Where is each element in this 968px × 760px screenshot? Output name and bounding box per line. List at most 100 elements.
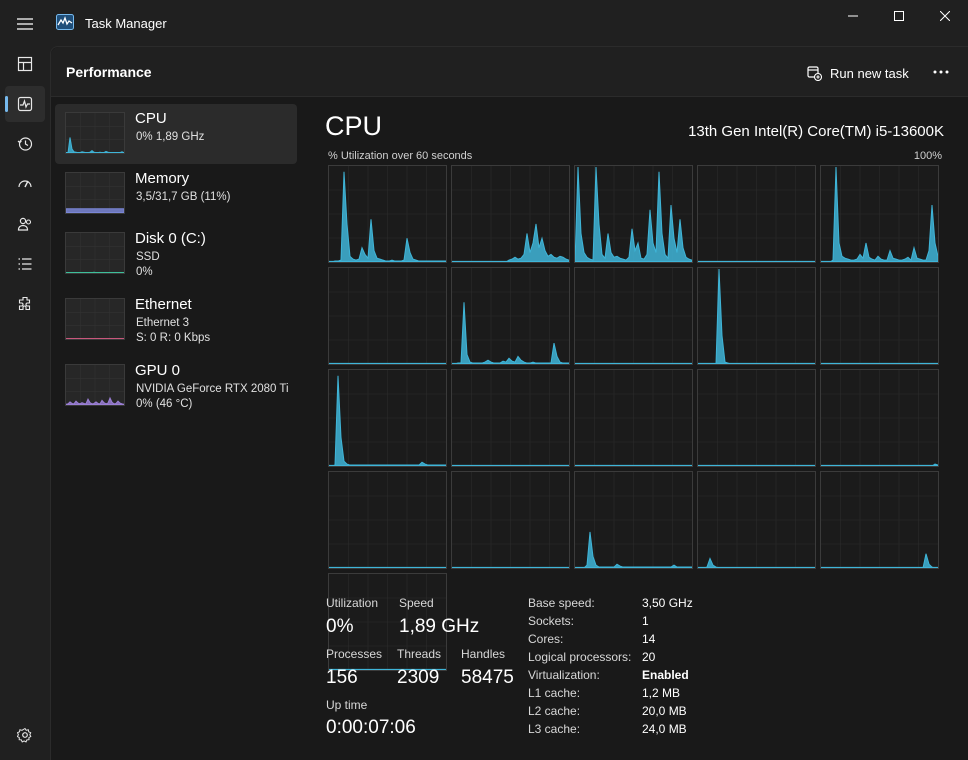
minimize-icon: [848, 15, 858, 17]
graph-max-label: 100%: [913, 150, 942, 162]
uptime-label: Up time: [326, 698, 368, 712]
core-graph-svg: [698, 472, 815, 568]
device-ethernet[interactable]: Ethernet Ethernet 3 S: 0 R: 0 Kbps: [55, 290, 297, 350]
nav-processes[interactable]: [5, 46, 45, 82]
spec-label: Virtualization:: [528, 668, 600, 682]
speed-label: Speed: [399, 596, 434, 610]
logical-processor-graph: [328, 369, 447, 467]
logical-processor-graph: [820, 165, 939, 263]
cpu-thumbnail-graph: [65, 112, 125, 154]
gear-icon: [17, 727, 32, 743]
core-graph-svg: [698, 166, 815, 262]
device-name: Ethernet: [135, 296, 192, 313]
core-graph-svg: [452, 370, 569, 466]
performance-icon: [17, 96, 33, 112]
device-cpu[interactable]: CPU 0% 1,89 GHz: [55, 104, 297, 164]
core-graph-svg: [329, 166, 446, 262]
device-detail-2: 0% (46 °C): [136, 398, 193, 410]
logical-processor-graph: [820, 267, 939, 365]
logical-processor-graphs: [328, 165, 942, 671]
device-name: Disk 0 (C:): [135, 230, 206, 247]
page-title: Performance: [66, 64, 152, 80]
logical-processor-graph: [820, 471, 939, 569]
core-graph-svg: [698, 268, 815, 364]
device-name: CPU: [135, 110, 167, 127]
logical-processor-graph: [697, 267, 816, 365]
spec-label: Cores:: [528, 632, 564, 646]
device-memory[interactable]: Memory 3,5/31,7 GB (11%): [55, 164, 297, 224]
gpu-thumbnail-graph: [65, 364, 125, 406]
device-detail: 3,5/31,7 GB (11%): [136, 191, 231, 203]
uptime-value: 0:00:07:06: [326, 717, 416, 738]
task-manager-logo-icon: [56, 14, 74, 30]
core-graph-svg: [329, 268, 446, 364]
spec-value: 3,50 GHz: [642, 596, 693, 610]
services-icon: [18, 296, 31, 311]
spec-value: 1: [642, 614, 649, 628]
threads-value: 2309: [397, 667, 440, 688]
main-panel: Performance Run new task CPU 0% 1,89 GHz…: [50, 46, 968, 760]
maximize-icon: [894, 11, 904, 21]
device-detail: Ethernet 3: [136, 317, 190, 329]
handles-value: 58475: [461, 667, 514, 688]
hamburger-menu-icon[interactable]: [12, 12, 38, 36]
cpu-heading: CPU: [325, 111, 383, 141]
spec-value: 24,0 MB: [642, 722, 687, 736]
spec-value: 20: [642, 650, 656, 664]
core-graph-svg: [575, 268, 692, 364]
nav-performance[interactable]: [5, 86, 45, 122]
utilization-label: Utilization: [326, 596, 379, 610]
spec-label: L2 cache:: [528, 704, 581, 718]
threads-label: Threads: [397, 647, 442, 661]
device-gpu[interactable]: GPU 0 NVIDIA GeForce RTX 2080 Ti 0% (46 …: [55, 356, 297, 416]
core-graph-svg: [329, 370, 446, 466]
active-indicator: [5, 96, 8, 112]
graph-caption: % Utilization over 60 seconds: [328, 150, 473, 162]
spec-value: 1,2 MB: [642, 686, 681, 700]
cpu-model: 13th Gen Intel(R) Core(TM) i5-13600K: [688, 123, 944, 140]
logical-processor-graph: [697, 369, 816, 467]
spec-value: Enabled: [642, 668, 689, 682]
device-name: Memory: [135, 170, 190, 187]
close-button[interactable]: [922, 0, 968, 32]
core-graph-svg: [452, 268, 569, 364]
app-title: Task Manager: [85, 16, 167, 31]
device-detail: 0% 1,89 GHz: [136, 131, 205, 143]
device-detail-2: 0%: [136, 266, 153, 278]
spec-label: Base speed:: [528, 596, 595, 610]
logical-processor-graph: [697, 165, 816, 263]
nav-startup-apps[interactable]: [5, 166, 45, 202]
logical-processor-graph: [574, 267, 693, 365]
device-detail-2: S: 0 R: 0 Kbps: [136, 332, 211, 344]
device-detail: SSD: [136, 251, 160, 263]
core-graph-svg: [329, 472, 446, 568]
spec-label: L3 cache:: [528, 722, 581, 736]
handles-label: Handles: [461, 647, 506, 661]
logical-processor-graph: [328, 471, 447, 569]
device-disk[interactable]: Disk 0 (C:) SSD 0%: [55, 224, 297, 284]
core-graph-svg: [575, 472, 692, 568]
logical-processor-graph: [451, 165, 570, 263]
processes-value: 156: [326, 667, 358, 688]
spec-value: 20,0 MB: [642, 704, 687, 718]
logical-processor-graph: [328, 165, 447, 263]
nav-users[interactable]: [5, 206, 45, 242]
app-history-icon: [17, 137, 33, 151]
close-icon: [940, 11, 950, 21]
logical-processor-graph: [820, 369, 939, 467]
core-graph-svg: [575, 166, 692, 262]
settings-button[interactable]: [10, 720, 40, 750]
run-task-icon: [807, 65, 822, 81]
logical-processor-graph: [328, 267, 447, 365]
run-new-task-button[interactable]: Run new task: [807, 62, 909, 84]
page-header: Performance Run new task: [51, 47, 968, 97]
nav-details[interactable]: [5, 246, 45, 282]
spec-label: L1 cache:: [528, 686, 581, 700]
maximize-button[interactable]: [876, 0, 922, 32]
nav-services[interactable]: [5, 286, 45, 322]
minimize-button[interactable]: [830, 0, 876, 32]
spec-value: 14: [642, 632, 656, 646]
nav-app-history[interactable]: [5, 126, 45, 162]
core-graph-svg: [452, 166, 569, 262]
more-options-button[interactable]: [927, 61, 955, 83]
